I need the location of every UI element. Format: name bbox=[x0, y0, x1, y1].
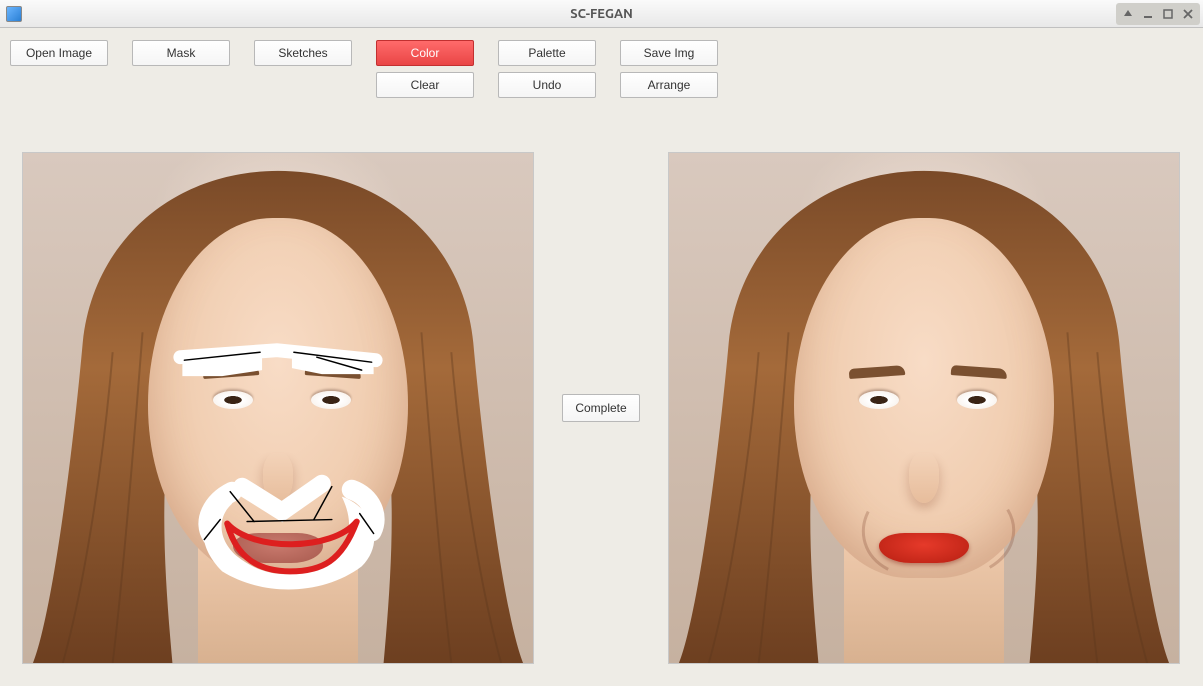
input-canvas[interactable] bbox=[22, 152, 534, 664]
palette-button[interactable]: Palette bbox=[498, 40, 596, 66]
maximize-button[interactable] bbox=[1158, 5, 1178, 23]
canvas-row: Complete bbox=[10, 152, 1193, 664]
main-content: Open Image Mask Sketches Color Clear Pal… bbox=[0, 28, 1203, 676]
arrange-button[interactable]: Arrange bbox=[620, 72, 718, 98]
undo-button[interactable]: Undo bbox=[498, 72, 596, 98]
clear-button[interactable]: Clear bbox=[376, 72, 474, 98]
color-button[interactable]: Color bbox=[376, 40, 474, 66]
input-overlay bbox=[23, 153, 533, 663]
window-up-button[interactable] bbox=[1118, 5, 1138, 23]
mask-button[interactable]: Mask bbox=[132, 40, 230, 66]
complete-button[interactable]: Complete bbox=[562, 394, 640, 422]
minimize-button[interactable] bbox=[1138, 5, 1158, 23]
save-img-button[interactable]: Save Img bbox=[620, 40, 718, 66]
sketches-button[interactable]: Sketches bbox=[254, 40, 352, 66]
toolbar: Open Image Mask Sketches Color Clear Pal… bbox=[10, 40, 1193, 98]
output-artifact bbox=[669, 153, 1179, 663]
titlebar: SC-FEGAN bbox=[0, 0, 1203, 28]
open-image-button[interactable]: Open Image bbox=[10, 40, 108, 66]
window-controls bbox=[1116, 3, 1200, 25]
close-button[interactable] bbox=[1178, 5, 1198, 23]
window-title: SC-FEGAN bbox=[570, 7, 633, 21]
output-canvas bbox=[668, 152, 1180, 664]
app-icon bbox=[6, 6, 22, 22]
